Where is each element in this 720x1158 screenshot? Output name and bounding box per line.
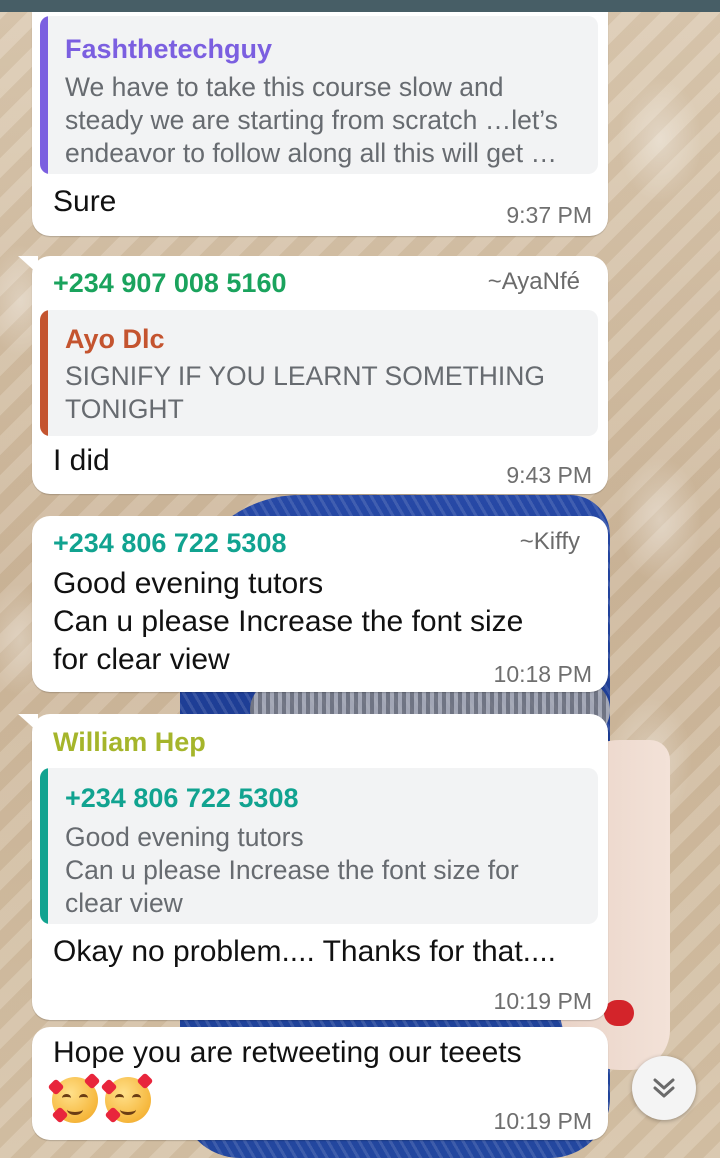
message-sender[interactable]: +234 806 722 5308 bbox=[53, 528, 286, 559]
emoji-eye bbox=[115, 1094, 125, 1102]
quote-bar bbox=[40, 768, 48, 924]
message-time: 10:18 PM bbox=[493, 661, 592, 687]
message-text: Hope you are retweeting our teeets bbox=[53, 1036, 522, 1069]
message-bubble[interactable]: Fashthetechguy We have to take this cour… bbox=[32, 12, 608, 236]
sender-alias: ~AyaNfé bbox=[487, 268, 580, 295]
message-bubble[interactable]: +234 806 722 5308 ~Kiffy Good evening tu… bbox=[32, 516, 608, 692]
message-bubble[interactable]: William Hep +234 806 722 5308 Good eveni… bbox=[18, 714, 608, 1020]
smiling-face-with-hearts-icon bbox=[47, 1072, 101, 1124]
emoji-mouth bbox=[120, 1104, 137, 1115]
emoji-mouth bbox=[67, 1104, 83, 1115]
quote-bar bbox=[40, 16, 48, 174]
quote-text: We have to take this course slow and ste… bbox=[65, 72, 558, 168]
quote-bar bbox=[40, 310, 48, 436]
emoji-heart bbox=[83, 1072, 101, 1090]
emoji-eye bbox=[132, 1094, 142, 1102]
double-chevron-down-icon bbox=[653, 1078, 675, 1098]
message-time: 10:19 PM bbox=[493, 988, 592, 1014]
message-time: 10:19 PM bbox=[493, 1108, 592, 1134]
quoted-message[interactable]: Fashthetechguy We have to take this cour… bbox=[40, 16, 598, 174]
top-bar bbox=[0, 0, 720, 12]
quoted-message[interactable]: +234 806 722 5308 Good evening tutors Ca… bbox=[40, 768, 598, 924]
message-sender[interactable]: William Hep bbox=[53, 727, 206, 758]
sender-alias: ~Kiffy bbox=[519, 528, 580, 555]
message-time: 9:43 PM bbox=[506, 462, 592, 488]
quote-sender: Ayo Dlc bbox=[65, 324, 165, 354]
message-sender[interactable]: +234 907 008 5160 bbox=[53, 268, 286, 299]
message-text: Okay no problem.... Thanks for that.... bbox=[53, 935, 557, 968]
emoji-heart bbox=[136, 1072, 154, 1090]
emoji-heart bbox=[104, 1106, 122, 1124]
smiling-face-with-hearts-icon bbox=[100, 1072, 154, 1124]
message-bubble[interactable]: +234 907 008 5160 ~AyaNfé Ayo Dlc SIGNIF… bbox=[18, 256, 608, 494]
quote-sender: +234 806 722 5308 bbox=[65, 783, 299, 813]
emoji-heart bbox=[51, 1106, 69, 1124]
emoji-heart bbox=[47, 1078, 65, 1096]
scroll-to-bottom-button[interactable] bbox=[632, 1056, 696, 1120]
emoji-row bbox=[47, 1072, 154, 1128]
emoji-eye bbox=[79, 1094, 88, 1102]
emoji-heart bbox=[100, 1078, 118, 1096]
quote-text: SIGNIFY IF YOU LEARNT SOMETHING TONIGHT bbox=[65, 361, 546, 424]
quote-text: Good evening tutors Can u please Increas… bbox=[65, 822, 519, 918]
emoji-eye bbox=[62, 1094, 71, 1102]
message-bubble[interactable]: Hope you are retweeting our teeets 10:19… bbox=[32, 1027, 608, 1140]
quote-sender: Fashthetechguy bbox=[65, 34, 273, 64]
quoted-message[interactable]: Ayo Dlc SIGNIFY IF YOU LEARNT SOMETHING … bbox=[40, 310, 598, 436]
message-time: 9:37 PM bbox=[506, 202, 592, 228]
wallpaper-figure-lips bbox=[604, 1000, 634, 1026]
